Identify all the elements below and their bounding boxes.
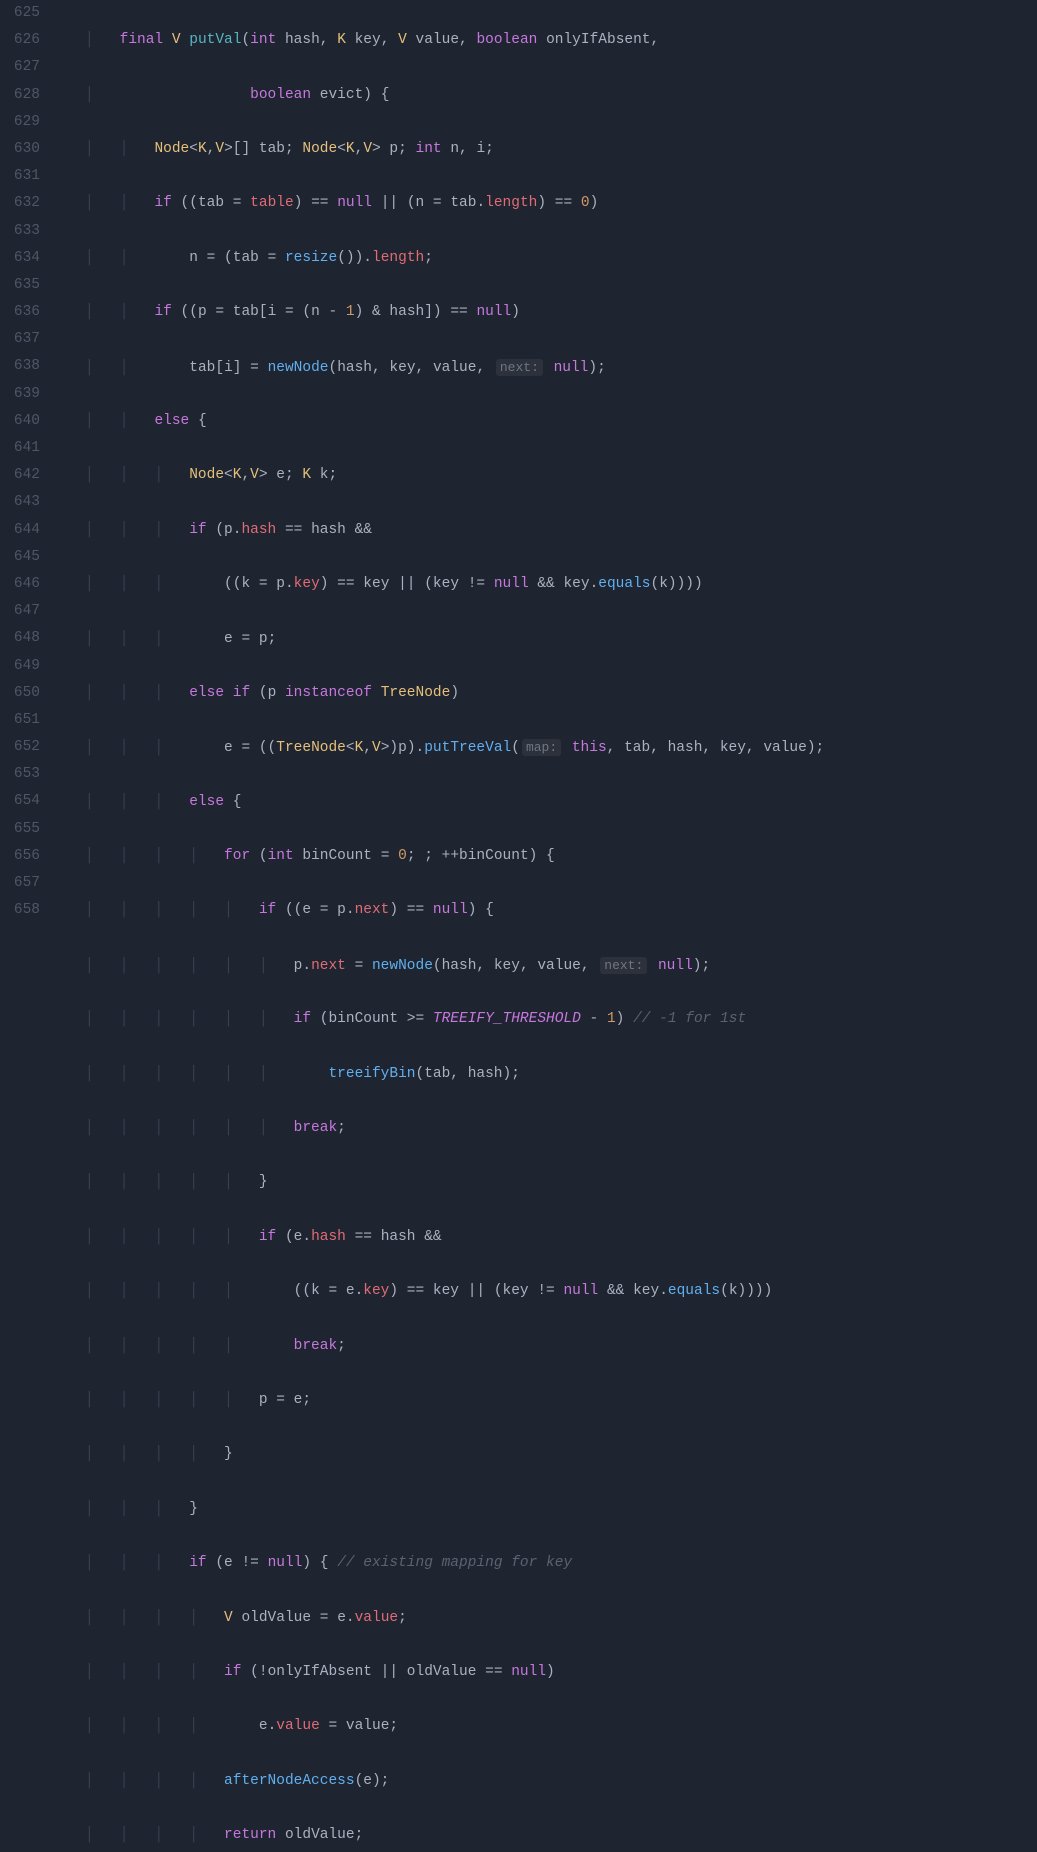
- line-number: 639: [4, 381, 40, 408]
- code-line[interactable]: │ │ │ else if (p instanceof TreeNode): [48, 680, 1037, 707]
- line-number: 636: [4, 299, 40, 326]
- code-line[interactable]: │ │ │ │ if (!onlyIfAbsent || oldValue ==…: [48, 1659, 1037, 1686]
- code-line[interactable]: │ │ │ │ return oldValue;: [48, 1822, 1037, 1849]
- line-number: 635: [4, 272, 40, 299]
- line-number: 652: [4, 734, 40, 761]
- code-line[interactable]: │ │ if ((tab = table) == null || (n = ta…: [48, 190, 1037, 217]
- line-number: 654: [4, 788, 40, 815]
- line-number: 630: [4, 136, 40, 163]
- line-number: 644: [4, 517, 40, 544]
- code-line[interactable]: │ boolean evict) {: [48, 82, 1037, 109]
- code-line[interactable]: │ │ │ e = ((TreeNode<K,V>)p).putTreeVal(…: [48, 734, 1037, 761]
- code-line[interactable]: │ final V putVal(int hash, K key, V valu…: [48, 27, 1037, 54]
- line-number: 648: [4, 625, 40, 652]
- code-line[interactable]: │ │ │ │ V oldValue = e.value;: [48, 1605, 1037, 1632]
- line-number: 625: [4, 0, 40, 27]
- line-number: 641: [4, 435, 40, 462]
- code-line[interactable]: │ │ │ else {: [48, 789, 1037, 816]
- param-hint: next:: [496, 359, 543, 376]
- line-number: 646: [4, 571, 40, 598]
- line-number: 657: [4, 870, 40, 897]
- code-line[interactable]: │ │ if ((p = tab[i = (n - 1) & hash]) ==…: [48, 299, 1037, 326]
- line-number: 647: [4, 598, 40, 625]
- line-number: 655: [4, 816, 40, 843]
- line-number: 638: [4, 353, 40, 380]
- code-line[interactable]: │ │ else {: [48, 408, 1037, 435]
- line-number: 649: [4, 653, 40, 680]
- code-line[interactable]: │ │ │ │ │ break;: [48, 1333, 1037, 1360]
- code-line[interactable]: │ │ │ │ │ │ if (binCount >= TREEIFY_THRE…: [48, 1006, 1037, 1033]
- code-editor: 625 626 627 628 629 630 631 632 633 634 …: [0, 0, 1037, 1852]
- line-number: 631: [4, 163, 40, 190]
- param-hint: map:: [522, 739, 561, 756]
- line-number: 651: [4, 707, 40, 734]
- code-line[interactable]: │ │ tab[i] = newNode(hash, key, value, n…: [48, 354, 1037, 381]
- code-line[interactable]: │ │ │ │ │ │ p.next = newNode(hash, key, …: [48, 952, 1037, 979]
- param-hint: next:: [600, 957, 647, 974]
- code-line[interactable]: │ │ │ │ afterNodeAccess(e);: [48, 1768, 1037, 1795]
- gutter: 625 626 627 628 629 630 631 632 633 634 …: [0, 0, 48, 1852]
- line-number: 643: [4, 489, 40, 516]
- line-number: 628: [4, 82, 40, 109]
- line-number: 637: [4, 326, 40, 353]
- line-number: 658: [4, 897, 40, 924]
- line-number: 642: [4, 462, 40, 489]
- code-line[interactable]: │ │ Node<K,V>[] tab; Node<K,V> p; int n,…: [48, 136, 1037, 163]
- code-line[interactable]: │ │ │ │ │ }: [48, 1169, 1037, 1196]
- line-number: 656: [4, 843, 40, 870]
- line-number: 626: [4, 27, 40, 54]
- code-line[interactable]: │ │ │ │ │ ((k = e.key) == key || (key !=…: [48, 1278, 1037, 1305]
- code-line[interactable]: │ │ │ if (e != null) { // existing mappi…: [48, 1550, 1037, 1577]
- line-number: 629: [4, 109, 40, 136]
- code-line[interactable]: │ │ │ │ │ if (e.hash == hash &&: [48, 1224, 1037, 1251]
- code-line[interactable]: │ │ n = (tab = resize()).length;: [48, 245, 1037, 272]
- line-number: 645: [4, 544, 40, 571]
- line-number: 634: [4, 245, 40, 272]
- code-line[interactable]: │ │ │ │ │ p = e;: [48, 1387, 1037, 1414]
- line-number: 640: [4, 408, 40, 435]
- code-line[interactable]: │ │ │ │ │ if ((e = p.next) == null) {: [48, 897, 1037, 924]
- line-number: 633: [4, 218, 40, 245]
- line-number: 627: [4, 54, 40, 81]
- line-number: 632: [4, 190, 40, 217]
- code-area[interactable]: │ final V putVal(int hash, K key, V valu…: [48, 0, 1037, 1852]
- code-line[interactable]: │ │ │ if (p.hash == hash &&: [48, 517, 1037, 544]
- code-line[interactable]: │ │ │ │ for (int binCount = 0; ; ++binCo…: [48, 843, 1037, 870]
- code-line[interactable]: │ │ │ }: [48, 1496, 1037, 1523]
- code-line[interactable]: │ │ │ │ │ │ break;: [48, 1115, 1037, 1142]
- code-line[interactable]: │ │ │ e = p;: [48, 626, 1037, 653]
- code-line[interactable]: │ │ │ │ │ │ treeifyBin(tab, hash);: [48, 1061, 1037, 1088]
- code-line[interactable]: │ │ │ │ }: [48, 1441, 1037, 1468]
- code-line[interactable]: │ │ │ │ e.value = value;: [48, 1713, 1037, 1740]
- code-line[interactable]: │ │ │ ((k = p.key) == key || (key != nul…: [48, 571, 1037, 598]
- line-number: 653: [4, 761, 40, 788]
- code-line[interactable]: │ │ │ Node<K,V> e; K k;: [48, 462, 1037, 489]
- line-number: 650: [4, 680, 40, 707]
